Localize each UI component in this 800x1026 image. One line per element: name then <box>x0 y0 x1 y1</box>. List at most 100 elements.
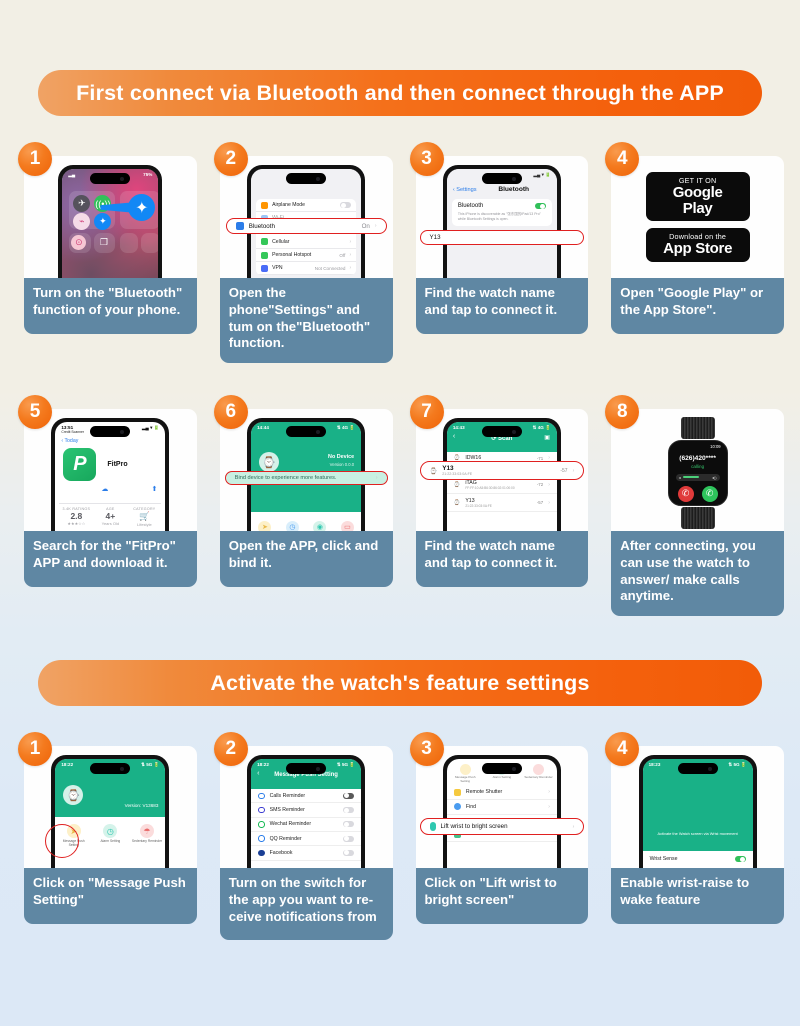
stat-ratings: 3.4K RATINGS 2.8 ★★★☆☆ <box>59 507 93 527</box>
focus-tile[interactable] <box>120 233 139 253</box>
tile-sedentary[interactable]: Sedentary Reminder <box>524 764 554 783</box>
qq-toggle[interactable] <box>343 835 355 842</box>
push-row-calls[interactable]: Calls Reminder <box>251 789 362 804</box>
wechat-toggle[interactable] <box>343 821 355 828</box>
call-buttons: ✆ ✆ <box>673 481 723 502</box>
device-highlight-row[interactable]: ⌚ Y13 21:22:33:03:0A:FE -57 › <box>419 461 585 481</box>
chevron-right-icon: › <box>374 223 377 229</box>
message-push-highlight[interactable] <box>45 824 79 859</box>
settings-row-value: Not Connected <box>314 265 346 271</box>
lift-wrist-highlight[interactable]: Lift wrist to bright screen › <box>419 818 585 836</box>
phone-notch <box>481 173 522 184</box>
step-badge: 2 <box>213 732 248 767</box>
lift-wrist-label: Lift wrist to bright screen <box>440 823 508 831</box>
step-card-3[interactable]: 3 ▂▄ ▾ 🔋 ‹ Settings Bluetooth Bluetooth … <box>408 142 589 363</box>
app-name: FitPro <box>107 461 128 469</box>
sedentary-icon[interactable]: ◉ <box>313 520 327 532</box>
rotation-lock-icon[interactable]: ⊙ <box>71 235 87 250</box>
bind-device-label: Bind device to experience more features. <box>234 475 337 482</box>
phone-mock: ▂▄ ▾ 🔋 ‹ Settings Bluetooth Bluetooth Th… <box>442 165 561 278</box>
reminder-icon[interactable]: ▭ <box>340 520 354 532</box>
feature-card-2[interactable]: 2 18:22 ⇅ 5G 🔋 ‹ Message Push Setting Ca… <box>212 732 393 941</box>
feature-card-4[interactable]: 4 18:23 ⇅ 5G 🔋 ✊ Activate the Watch scre… <box>603 732 784 940</box>
brightness-tile[interactable] <box>141 233 159 253</box>
bind-device-highlight[interactable]: Bind device to experience more features.… <box>224 471 388 486</box>
step-caption: Turn on the switch for the app you want … <box>219 868 393 941</box>
tile-label: Alarm Setting <box>100 839 121 844</box>
stat-age: AGE 4+ Years Old <box>93 507 127 527</box>
step-screenshot: 18:22 ⇅ 5G 🔋 ⌚ Version: V13683 ➤ Message… <box>24 746 197 869</box>
chevron-right-icon: › <box>375 475 378 482</box>
share-icon[interactable]: ⬆ <box>152 485 158 493</box>
chevron-right-icon: › <box>572 823 575 830</box>
tile-alarm[interactable]: ◷ Alarm Setting <box>94 824 126 868</box>
push-row-wechat[interactable]: Wechat Reminder <box>251 818 362 832</box>
settings-row-vpn[interactable]: VPN Not Connected › <box>256 262 357 276</box>
alarm-icon[interactable]: ◷ <box>285 520 299 532</box>
tile-message-push[interactable]: Message Push Setting <box>450 764 480 783</box>
volume-slider[interactable]: ◂ ◂)) <box>675 473 720 481</box>
message-push-icon[interactable]: ➤ <box>258 520 272 532</box>
step-card-8[interactable]: 8 10:09 (626)420**** calling ◂ ◂)) ✆ ✆ A… <box>603 395 784 617</box>
step-card-6[interactable]: 6 14:44 ⇅ 4G 🔋 ⌚ No Device Version 0.0.0 <box>212 395 393 616</box>
decline-call-button[interactable]: ✆ <box>677 485 694 502</box>
bluetooth-highlight-row[interactable]: Bluetooth On › <box>225 218 387 234</box>
push-row-sms[interactable]: SMS Reminder <box>251 803 362 818</box>
download-icon[interactable]: ☁ <box>101 485 108 493</box>
watch-icon: ⌚ <box>429 467 438 475</box>
bluetooth-toggle[interactable] <box>534 203 546 210</box>
screen-mirroring-icon[interactable]: ❐ <box>96 235 111 250</box>
section-1-banner: First connect via Bluetooth and then con… <box>38 70 762 116</box>
step-screenshot: Settings Airplane Mode Wi-Fi <box>219 156 393 278</box>
bluetooth-toggle-icon[interactable]: ✦ <box>94 213 112 230</box>
wrist-sense-toggle[interactable] <box>734 856 746 863</box>
wechat-icon <box>258 821 265 828</box>
settings-row-hotspot[interactable]: Personal Hotspot Off › <box>256 249 357 263</box>
airplane-mode-icon[interactable]: ✈ <box>73 195 91 212</box>
feature-row-label: Remote Shutter <box>465 789 503 796</box>
back-button[interactable]: ‹ Settings <box>453 187 477 193</box>
device-highlight-row[interactable]: Y13 <box>419 230 585 245</box>
step-card-7[interactable]: 7 14:43 ⇅ 4G 🔋 ‹ ⟳ Scan ▣ ⌚ IDW16 -71 › … <box>408 395 589 616</box>
facebook-toggle[interactable] <box>343 849 355 856</box>
sms-toggle[interactable] <box>343 806 355 814</box>
step-card-4[interactable]: 4 GET IT ON Google Play Download on the … <box>603 142 784 363</box>
device-rssi: -57 <box>560 467 568 474</box>
accept-call-button[interactable]: ✆ <box>701 485 718 502</box>
wrist-sense-row[interactable]: Wrist Sense <box>643 851 753 866</box>
airplane-toggle[interactable] <box>340 202 352 209</box>
stat-value: 4+ <box>105 511 116 522</box>
settings-list: Airplane Mode Wi-Fi Cellular › <box>256 199 357 276</box>
step-card-1[interactable]: 1 ▂▄ 75% ✈ ((•)) ⌁ ✦ ⊙ ❐ ✦ Turn on the "… <box>16 142 197 363</box>
back-today-button[interactable]: ‹ Today <box>61 438 78 444</box>
step-card-5[interactable]: 5 13:51 ▂▄ ▾ 🔋 Credit Scanner ‹ Today P … <box>16 395 197 616</box>
feature-card-1[interactable]: 1 18:22 ⇅ 5G 🔋 ⌚ Version: V13683 ➤ Messa… <box>16 732 197 940</box>
step-card-2[interactable]: 2 Settings Airplane Mode <box>212 142 393 364</box>
chevron-right-icon: › <box>548 499 550 506</box>
feature-card-3[interactable]: 3 Message Push Setting Alarm Setting Sed… <box>408 732 589 940</box>
qr-scan-icon[interactable]: ▣ <box>544 434 550 441</box>
settings-row-value: Off <box>339 252 346 258</box>
push-row-facebook[interactable]: Facebook <box>251 846 362 861</box>
app-store-badge[interactable]: Download on the App Store <box>645 228 750 262</box>
clock-label: 14:43 <box>452 425 465 431</box>
tile-sedentary[interactable]: ☂ Sedentary Reminder <box>131 824 163 868</box>
wifi-icon[interactable]: ⌁ <box>73 213 91 230</box>
phone-screen: ▂▄ 75% ✈ ((•)) ⌁ ✦ ⊙ ❐ ✦ <box>62 169 159 278</box>
battery-icon: ⇅ 4G 🔋 <box>532 425 551 431</box>
step-caption: Click on "Lift wrist to bright screen" <box>415 868 589 925</box>
battery-icon: ⇅ 5G 🔋 <box>141 762 160 768</box>
feature-row-remote-shutter[interactable]: Remote Shutter › <box>446 785 557 800</box>
calls-icon <box>258 792 265 800</box>
step-screenshot: 13:51 ▂▄ ▾ 🔋 Credit Scanner ‹ Today P Fi… <box>24 409 197 532</box>
feature-row-find[interactable]: Find › <box>446 800 557 815</box>
scan-row[interactable]: ⌚ Y13 21:22:33:03:0A:FE -57 › <box>446 494 557 513</box>
step-badge: 3 <box>409 142 444 176</box>
settings-row-airplane[interactable]: Airplane Mode <box>256 199 357 213</box>
google-play-badge[interactable]: GET IT ON Google Play <box>645 172 750 222</box>
push-row-qq[interactable]: QQ Reminder <box>251 832 362 847</box>
phone-mock: ▂▄ 75% ✈ ((•)) ⌁ ✦ ⊙ ❐ ✦ <box>58 165 163 278</box>
device-mac: 21:22:33:03:0A:FE <box>465 503 492 508</box>
push-row-label: SMS Reminder <box>269 807 305 814</box>
calls-toggle[interactable] <box>343 792 355 799</box>
